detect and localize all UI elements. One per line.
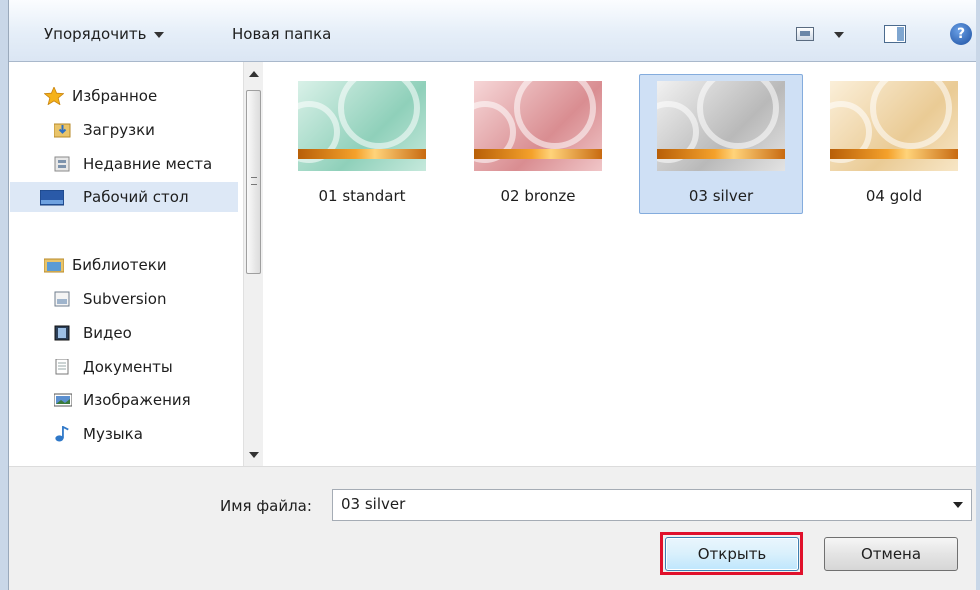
nav-scrollbar[interactable] [243, 62, 263, 466]
open-button-highlight [660, 532, 803, 575]
toolbar: Упорядочить Новая папка ? [9, 0, 976, 62]
music-library-icon [55, 426, 69, 442]
window-frame-right [976, 0, 980, 590]
file-tile-04-gold[interactable]: 04 gold [812, 74, 976, 214]
file-tile-03-silver[interactable]: 03 silver [639, 74, 803, 214]
chevron-down-icon [154, 31, 165, 38]
nav-desktop-label: Рабочий стол [83, 188, 189, 206]
nav-music[interactable]: Музыка [10, 420, 238, 448]
nav-video-label: Видео [83, 324, 132, 342]
recent-places-icon [54, 156, 70, 172]
file-tile-02-bronze[interactable]: 02 bronze [456, 74, 620, 214]
libraries-icon [44, 258, 64, 273]
cancel-button[interactable]: Отмена [824, 537, 958, 571]
change-view-icon[interactable] [796, 27, 814, 41]
nav-libraries-label: Библиотеки [72, 256, 167, 274]
nav-desktop[interactable]: Рабочий стол [10, 182, 238, 212]
file-name: 01 standart [318, 187, 406, 205]
nav-pictures-label: Изображения [83, 391, 191, 409]
nav-documents-label: Документы [83, 358, 173, 376]
file-thumbnail [298, 81, 426, 171]
scroll-up-icon[interactable] [249, 71, 259, 77]
nav-documents[interactable]: Документы [10, 353, 238, 381]
file-list: 01 standart 02 bronze 03 silver 04 gold [264, 62, 976, 466]
file-name: 04 gold [865, 187, 923, 205]
nav-downloads[interactable]: Загрузки [10, 116, 238, 144]
nav-downloads-label: Загрузки [83, 121, 155, 139]
pictures-library-icon [54, 393, 72, 407]
nav-pictures[interactable]: Изображения [10, 386, 238, 414]
organize-button[interactable]: Упорядочить [40, 22, 168, 46]
nav-libraries[interactable]: Библиотеки [10, 251, 238, 279]
navigation-pane: Избранное Загрузки Недавние места Рабочи… [10, 62, 242, 466]
organize-label: Упорядочить [44, 25, 147, 43]
nav-recent-places[interactable]: Недавние места [10, 150, 238, 178]
file-name: 03 silver [688, 187, 754, 205]
nav-subversion[interactable]: Subversion [10, 285, 238, 313]
file-name: 02 bronze [500, 187, 576, 205]
nav-favorites[interactable]: Избранное [10, 82, 238, 110]
filename-label: Имя файла: [220, 497, 312, 515]
library-icon [54, 291, 70, 307]
filename-input[interactable]: 03 silver [332, 489, 972, 521]
nav-favorites-label: Избранное [72, 87, 158, 105]
scrollbar-thumb[interactable] [246, 90, 261, 274]
nav-subversion-label: Subversion [83, 290, 167, 308]
new-folder-button[interactable]: Новая папка [228, 22, 335, 46]
file-tile-01-standart[interactable]: 01 standart [280, 74, 444, 214]
help-icon[interactable]: ? [950, 23, 972, 45]
desktop-icon [40, 190, 64, 206]
filename-dropdown-icon[interactable] [953, 502, 963, 508]
nav-music-label: Музыка [83, 425, 143, 443]
file-thumbnail [657, 81, 785, 171]
dialog-footer: Имя файла: 03 silver Открыть Отмена [9, 466, 976, 590]
documents-library-icon [55, 359, 69, 375]
file-thumbnail [830, 81, 958, 171]
video-library-icon [54, 325, 70, 341]
file-thumbnail [474, 81, 602, 171]
scroll-down-icon[interactable] [249, 452, 259, 458]
star-icon [44, 87, 64, 105]
view-options-chevron-icon[interactable] [834, 32, 844, 38]
preview-pane-icon[interactable] [884, 25, 906, 43]
nav-video[interactable]: Видео [10, 319, 238, 347]
window-frame-left [0, 0, 9, 590]
downloads-folder-icon [54, 123, 71, 138]
nav-recent-places-label: Недавние места [83, 155, 213, 173]
filename-value: 03 silver [341, 495, 406, 513]
